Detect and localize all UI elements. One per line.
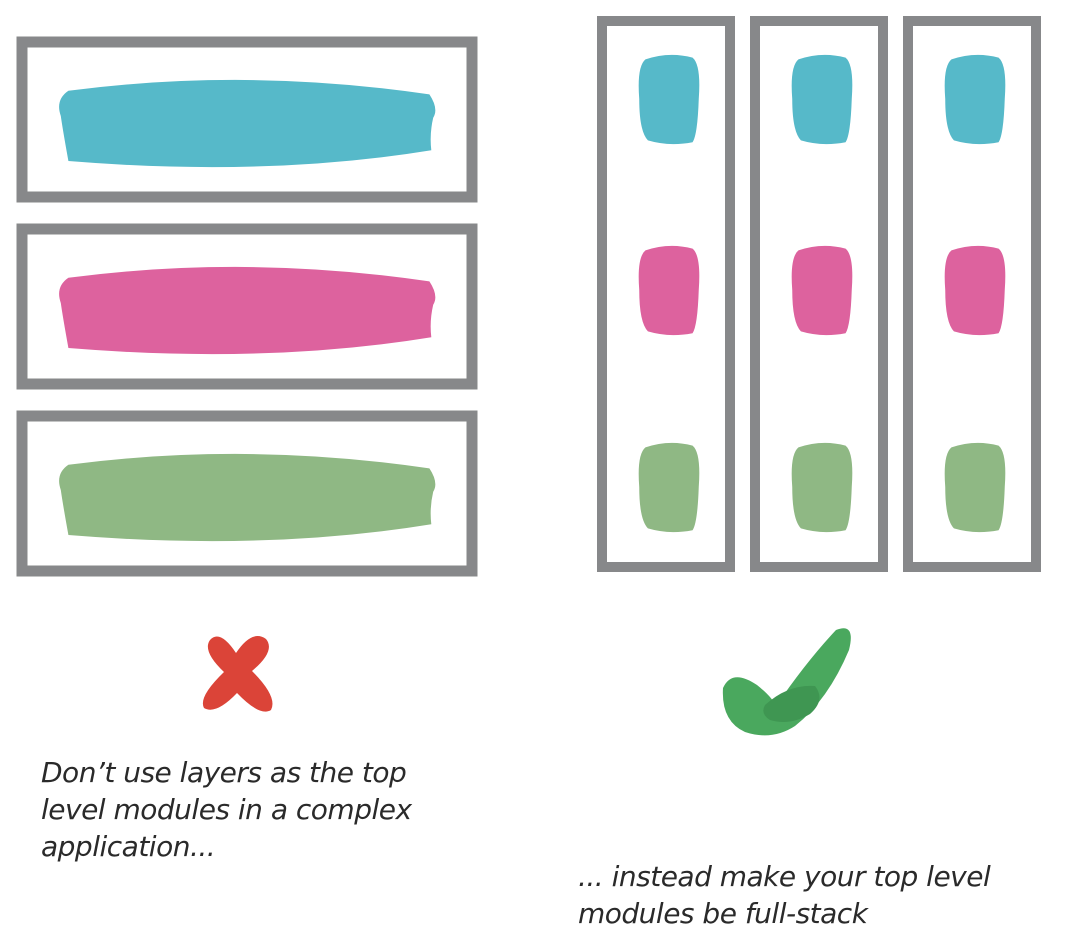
stack-cell-pink <box>638 245 700 336</box>
caption-line: level modules in a complex <box>41 793 412 826</box>
stack-cell-cyan <box>944 54 1006 145</box>
caption-line: modules be full-stack <box>578 897 868 930</box>
fullstack-module <box>750 16 888 572</box>
stack-cell-pink <box>944 245 1006 336</box>
stack-cell-green <box>944 442 1006 533</box>
layer-blob-pink <box>59 266 436 355</box>
fullstack-module <box>597 16 735 572</box>
cross-icon <box>202 636 273 712</box>
stack-cell-cyan <box>791 54 853 145</box>
vertical-stacks-group <box>597 16 1041 572</box>
stack-cell-green <box>791 442 853 533</box>
layer-module <box>16 36 478 203</box>
stack-cell-pink <box>791 245 853 336</box>
check-icon <box>722 628 851 736</box>
caption-line: application... <box>41 830 216 863</box>
horizontal-layers-group <box>16 36 478 577</box>
layer-blob-green <box>59 453 436 542</box>
stack-cell-cyan <box>638 54 700 145</box>
layer-module <box>16 410 478 577</box>
caption-line: ... instead make your top level <box>578 860 991 893</box>
fullstack-module <box>903 16 1041 572</box>
layer-module <box>16 223 478 390</box>
caption-fullstack-advice: ... instead make your top level modules … <box>578 858 991 932</box>
layer-blob-cyan <box>59 79 436 168</box>
caption-line: Don’t use layers as the top <box>41 756 407 789</box>
caption-layers-warning: Don’t use layers as the top level module… <box>41 754 412 865</box>
stack-cell-green <box>638 442 700 533</box>
